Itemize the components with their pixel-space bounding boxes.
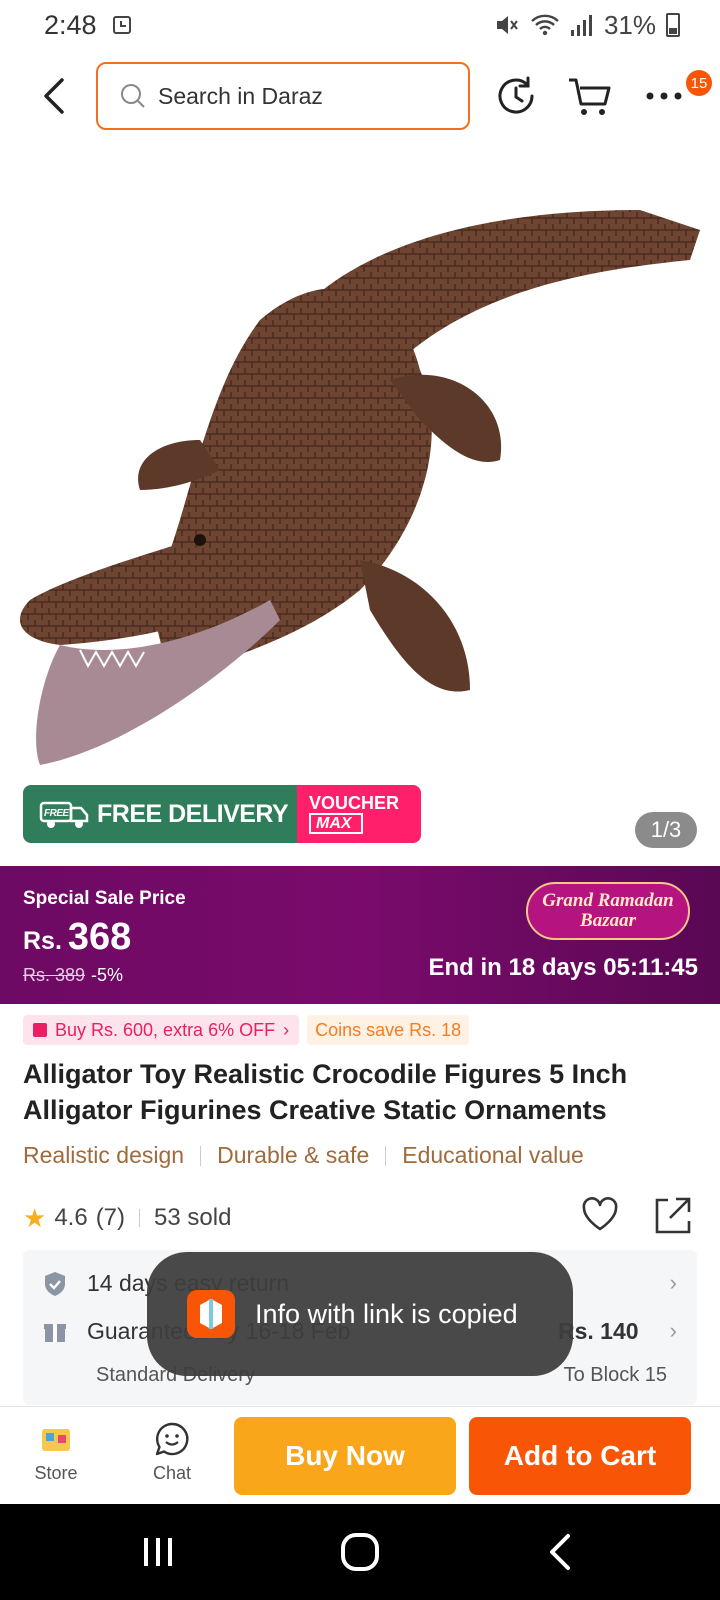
rating-count: (7) xyxy=(95,1204,126,1231)
history-icon[interactable] xyxy=(492,72,540,120)
offer-tags: Buy Rs. 600, extra 6% OFF › Coins save R… xyxy=(23,1015,470,1045)
status-time: 2:48 xyxy=(44,9,97,40)
system-nav-bar xyxy=(0,1504,720,1600)
divider xyxy=(200,1145,202,1166)
price-amount: 368 xyxy=(67,916,132,958)
coins-tag: Coins save Rs. 18 xyxy=(307,1015,470,1045)
product-title: Alligator Toy Realistic Crocodile Figure… xyxy=(23,1059,628,1125)
highlight-item: Realistic design xyxy=(23,1142,185,1168)
search-input[interactable] xyxy=(158,82,438,110)
search-icon xyxy=(121,84,145,108)
free-delivery-badge: FREE FREE DELIVERY xyxy=(23,785,297,843)
highlight-item: Educational value xyxy=(402,1142,584,1168)
campaign-badge: Grand Ramadan Bazaar xyxy=(526,882,690,940)
voucher-label: VOUCHER xyxy=(309,793,400,813)
mute-icon xyxy=(496,16,518,34)
home-icon[interactable] xyxy=(336,1532,384,1572)
price-currency: Rs. xyxy=(23,927,62,955)
recent-apps-icon[interactable] xyxy=(134,1532,182,1572)
coupon-icon xyxy=(33,1023,47,1037)
chevron-right-icon: › xyxy=(283,1019,290,1040)
coupon-tag[interactable]: Buy Rs. 600, extra 6% OFF › xyxy=(23,1015,300,1045)
cart-icon[interactable] xyxy=(566,72,614,120)
battery-percent: 31% xyxy=(603,9,656,40)
toast-message: Info with link is copied xyxy=(147,1252,573,1376)
back-nav-icon[interactable] xyxy=(538,1532,586,1572)
chevron-right-icon[interactable]: › xyxy=(670,1270,677,1296)
more-options-icon[interactable] xyxy=(640,72,688,120)
store-label: Store xyxy=(34,1463,78,1483)
delivery-destination: To Block 15 xyxy=(563,1364,667,1386)
crocodile-figure-image xyxy=(20,210,700,765)
chat-icon xyxy=(155,1422,189,1456)
store-button[interactable]: Store xyxy=(16,1419,96,1484)
store-icon xyxy=(42,1429,70,1451)
buy-now-button[interactable]: Buy Now xyxy=(234,1417,456,1495)
old-price: Rs. 389 xyxy=(23,965,86,985)
original-price: Rs. 389 -5% xyxy=(23,965,123,986)
toast-text: Info with link is copied xyxy=(255,1298,518,1329)
sold-count: 53 sold xyxy=(154,1204,232,1231)
back-arrow-icon[interactable] xyxy=(34,74,78,118)
heart-icon[interactable] xyxy=(580,1194,620,1234)
campaign-line-2: Bazaar xyxy=(580,910,636,931)
coupon-text: Buy Rs. 600, extra 6% OFF xyxy=(55,1019,276,1040)
chat-label: Chat xyxy=(152,1463,192,1483)
sale-price: Rs. 368 xyxy=(23,916,131,959)
search-box[interactable] xyxy=(96,62,470,130)
rating-value: 4.6 xyxy=(54,1204,88,1231)
daraz-app-icon xyxy=(187,1290,235,1338)
alarm-clock-icon xyxy=(112,16,131,34)
signal-icon xyxy=(570,15,592,36)
sale-label: Special Sale Price xyxy=(23,888,186,909)
chevron-right-icon[interactable]: › xyxy=(670,1318,677,1344)
add-to-cart-button[interactable]: Add to Cart xyxy=(469,1417,691,1495)
voucher-max-badge: VOUCHER MAX xyxy=(297,785,421,843)
shield-check-icon xyxy=(45,1271,65,1296)
top-bar xyxy=(0,60,720,132)
product-highlights: Realistic design Durable & safe Educatio… xyxy=(23,1142,584,1169)
sale-banner: Special Sale Price Rs. 368 Rs. 389 -5% Gra… xyxy=(0,866,720,1004)
discount-percent: -5% xyxy=(91,965,124,985)
star-icon: ★ xyxy=(23,1202,47,1233)
wifi-icon xyxy=(531,14,559,36)
coins-text: Coins save Rs. 18 xyxy=(315,1019,462,1040)
free-delivery-label: FREE DELIVERY xyxy=(97,799,289,828)
max-label: MAX xyxy=(309,813,363,834)
status-icons: 31% xyxy=(494,10,680,41)
sale-countdown: End in 18 days 05:11:45 xyxy=(428,954,698,981)
share-icon[interactable] xyxy=(652,1194,694,1236)
divider xyxy=(385,1145,387,1166)
highlight-item: Durable & safe xyxy=(217,1142,370,1168)
free-label: FREE xyxy=(44,808,70,819)
gift-box-icon xyxy=(44,1323,66,1342)
delivery-truck-icon: FREE xyxy=(39,801,89,828)
chat-button[interactable]: Chat xyxy=(132,1419,212,1484)
status-bar: 2:48 31% xyxy=(0,0,720,50)
promo-banner: FREE FREE DELIVERY VOUCHER MAX xyxy=(23,785,421,843)
bottom-action-bar: Store Chat Buy Now Add to Cart xyxy=(0,1406,720,1504)
notification-badge: 15 xyxy=(686,70,712,96)
divider xyxy=(139,1209,141,1227)
campaign-line-1: Grand Ramadan xyxy=(542,890,674,911)
image-page-indicator: 1/3 xyxy=(635,812,697,848)
product-image[interactable] xyxy=(0,140,720,865)
battery-icon xyxy=(666,13,680,37)
